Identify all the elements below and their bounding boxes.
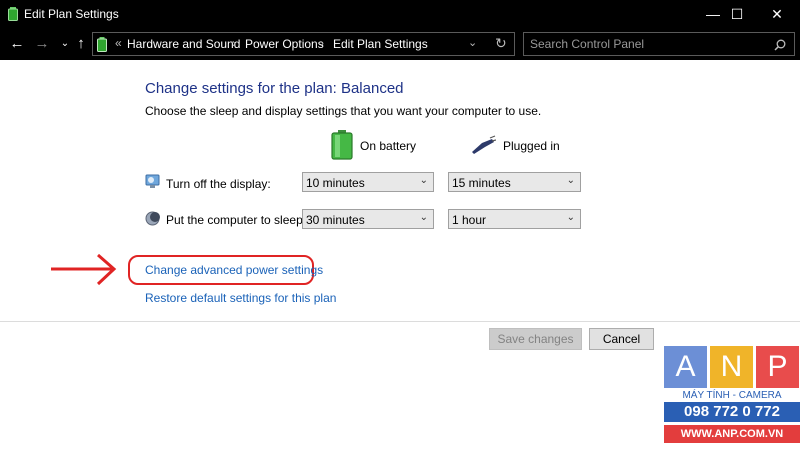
logo-letter-a: A	[664, 346, 707, 388]
chevron-down-icon: ⌄	[419, 175, 428, 186]
breadcrumb-separator-icon[interactable]: ›	[232, 36, 236, 50]
save-changes-button[interactable]: Save changes	[489, 328, 582, 350]
refresh-icon[interactable]: ↻	[495, 35, 507, 52]
forward-arrow-icon[interactable]: →	[33, 33, 51, 55]
chevron-down-icon: ⌄	[566, 212, 575, 223]
cancel-button[interactable]: Cancel	[589, 328, 654, 350]
battery-icon	[331, 130, 353, 160]
battery-icon	[8, 7, 18, 21]
close-button[interactable]: ✕	[754, 0, 800, 28]
column-header-plugged-in: Plugged in	[503, 139, 560, 153]
sleep-plugged-in-select[interactable]: 1 hour ⌄	[448, 209, 581, 229]
chevron-down-icon: ⌄	[566, 175, 575, 186]
breadcrumb-separator-icon[interactable]: ›	[320, 36, 324, 50]
restore-default-settings-link[interactable]: Restore default settings for this plan	[145, 291, 336, 305]
annotation-arrow-icon	[51, 253, 117, 286]
breadcrumb-overflow-icon[interactable]: «	[115, 36, 122, 50]
logo-tagline: MÁY TÍNH - CAMERA	[682, 390, 782, 401]
back-arrow-icon[interactable]: ←	[8, 33, 26, 55]
sleep-label: Put the computer to sleep:	[166, 213, 307, 227]
anp-logo: A N P MÁY TÍNH - CAMERA 098 772 0 772 WW…	[664, 346, 800, 450]
search-box[interactable]: Search Control Panel	[523, 32, 795, 56]
change-advanced-power-settings-link[interactable]: Change advanced power settings	[145, 263, 323, 277]
page-title: Change settings for the plan: Balanced	[145, 80, 404, 97]
window-title: Edit Plan Settings	[24, 7, 119, 21]
display-on-battery-select[interactable]: 10 minutes ⌄	[302, 172, 434, 192]
chevron-down-icon: ⌄	[419, 212, 428, 223]
title-bar: Edit Plan Settings — ☐ ✕	[0, 0, 800, 28]
search-icon[interactable]	[774, 39, 786, 51]
turn-off-display-label: Turn off the display:	[166, 177, 271, 191]
page-description: Choose the sleep and display settings th…	[145, 104, 542, 118]
address-bar[interactable]: « Hardware and Sound › Power Options › E…	[92, 32, 515, 56]
logo-website: WWW.ANP.COM.VN	[664, 425, 800, 443]
up-arrow-icon[interactable]: ↑	[72, 33, 90, 55]
power-plug-icon	[472, 135, 496, 154]
column-header-on-battery: On battery	[360, 139, 417, 153]
address-dropdown-chevron-icon[interactable]: ⌄	[468, 36, 477, 49]
power-options-icon	[97, 37, 107, 52]
divider	[0, 321, 800, 322]
display-icon	[145, 174, 160, 188]
breadcrumb-edit-plan-settings[interactable]: Edit Plan Settings	[333, 37, 428, 51]
sleep-on-battery-select[interactable]: 30 minutes ⌄	[302, 209, 434, 229]
logo-phone: 098 772 0 772	[664, 402, 800, 422]
breadcrumb-hardware-and-sound[interactable]: Hardware and Sound	[127, 37, 240, 51]
breadcrumb-power-options[interactable]: Power Options	[245, 37, 324, 51]
display-plugged-in-select[interactable]: 15 minutes ⌄	[448, 172, 581, 192]
search-input[interactable]: Search Control Panel	[530, 37, 644, 51]
logo-letter-n: N	[710, 346, 753, 388]
navigation-bar: ← → ⌄ ↑ « Hardware and Sound › Power Opt…	[0, 28, 800, 60]
sleep-moon-icon	[145, 211, 160, 226]
logo-letter-p: P	[756, 346, 799, 388]
